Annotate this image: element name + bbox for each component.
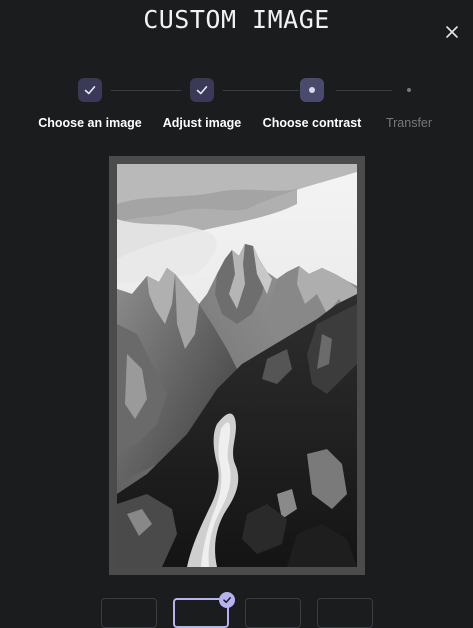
step-connector [223, 90, 299, 91]
step-label-transfer: Transfer [385, 116, 433, 130]
image-preview-frame [109, 156, 365, 575]
step-2-node[interactable] [190, 78, 214, 102]
step-label-choose-image[interactable]: Choose an image [38, 116, 142, 130]
step-connector [111, 90, 181, 91]
selected-check-badge [219, 592, 235, 608]
contrast-option-1[interactable] [101, 598, 157, 628]
step-label-adjust-image[interactable]: Adjust image [163, 116, 242, 130]
check-icon [223, 597, 231, 604]
check-icon [84, 85, 96, 95]
mountain-image [117, 164, 357, 567]
step-label-choose-contrast[interactable]: Choose contrast [263, 116, 362, 130]
contrast-option-3[interactable] [245, 598, 301, 628]
step-4-node [407, 88, 411, 92]
step-1-node[interactable] [78, 78, 102, 102]
image-preview [117, 164, 357, 567]
step-3-node[interactable] [300, 78, 324, 102]
current-step-dot [309, 87, 315, 93]
stepper: Choose an image Adjust image Choose cont… [0, 0, 473, 140]
check-icon [196, 85, 208, 95]
contrast-option-4[interactable] [317, 598, 373, 628]
step-connector [336, 90, 392, 91]
